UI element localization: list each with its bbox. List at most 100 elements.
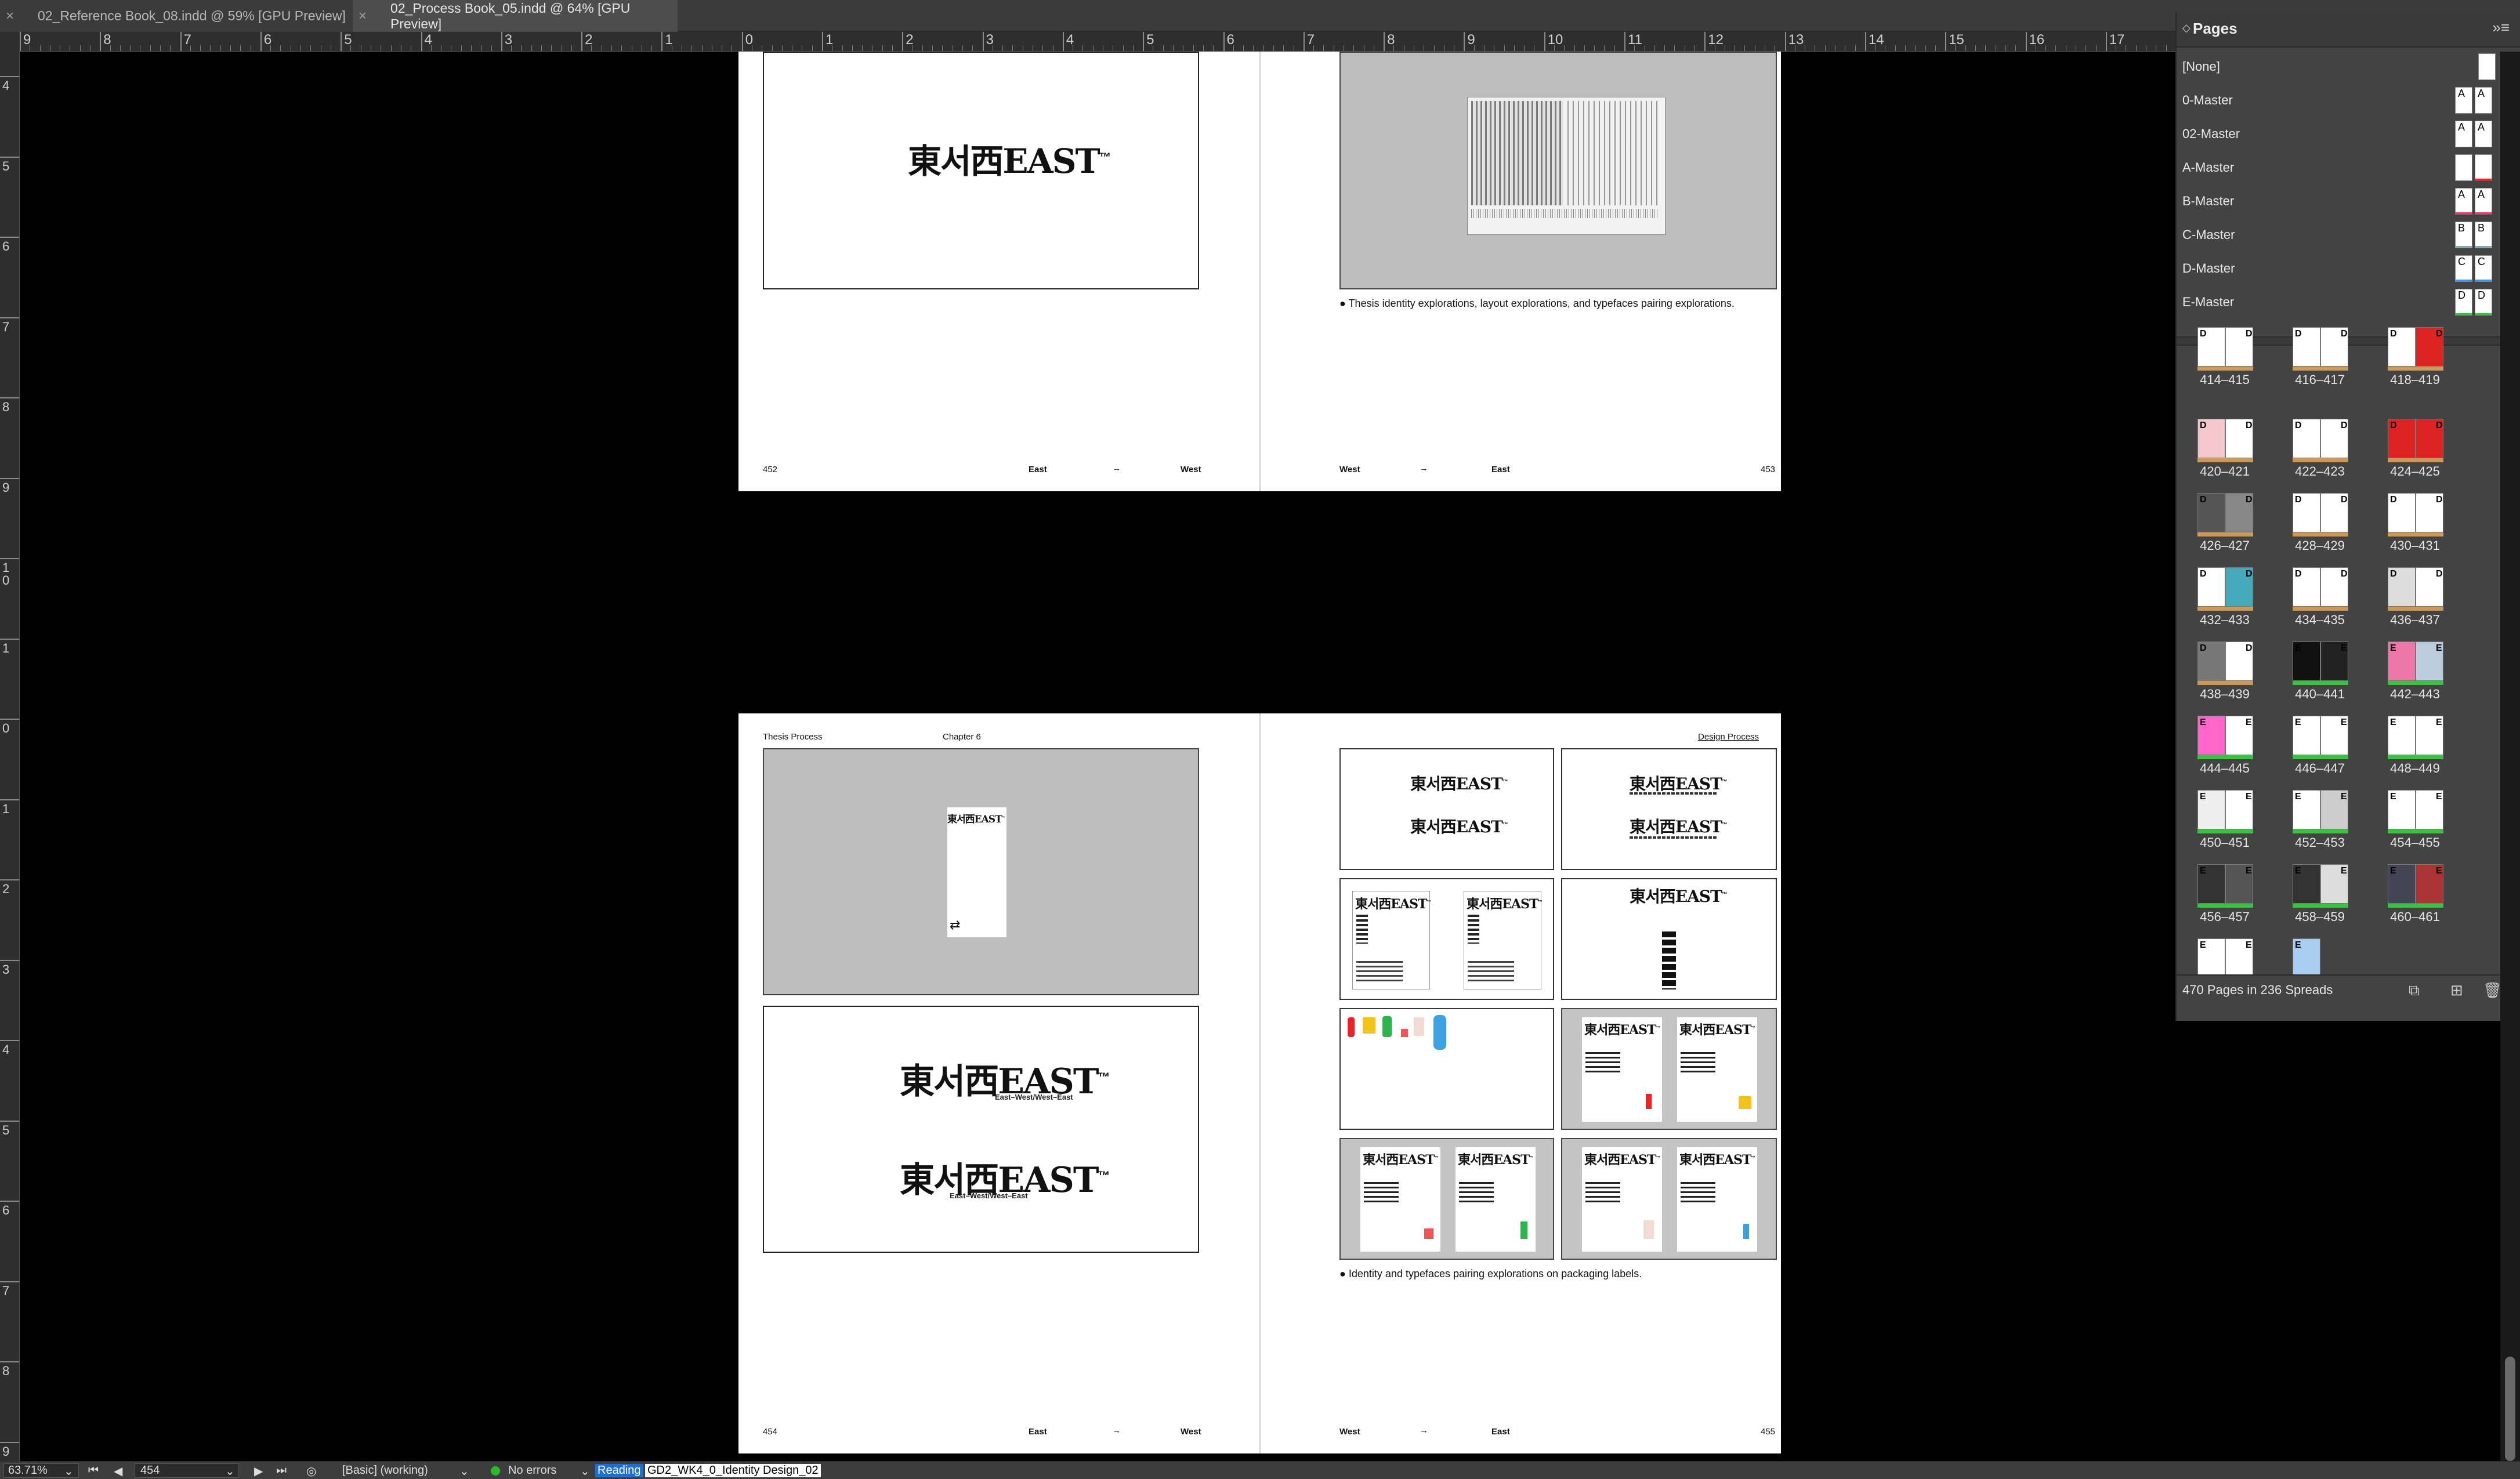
page-thumbnail[interactable]: E	[2293, 790, 2320, 829]
page-thumbnail[interactable]: D	[2225, 419, 2253, 458]
master-item[interactable]: B-Master A A	[2177, 184, 2520, 218]
vertical-ruler[interactable]: 4567891 010123456789	[0, 52, 20, 1461]
page-thumbnail[interactable]: D	[2293, 327, 2320, 367]
chevron-down-icon[interactable]: ⌄	[64, 1464, 74, 1478]
logo-variation[interactable]: 東서西EAST™ 東서西EAST™	[1561, 748, 1777, 870]
spread-thumbnail[interactable]: D D 420–421	[2193, 419, 2257, 491]
page-thumbnail[interactable]: E	[2197, 790, 2225, 829]
master-item[interactable]: A-Master	[2177, 151, 2520, 184]
document-vertical-scrollbar[interactable]	[2500, 52, 2520, 1461]
page-thumbnail[interactable]: D	[2197, 567, 2225, 607]
master-item[interactable]: C-Master B B	[2177, 218, 2520, 252]
spread-thumbnail[interactable]: D D 418–419	[2383, 327, 2447, 400]
page-thumbnail[interactable]: E	[2416, 864, 2443, 904]
page-thumbnail[interactable]: D	[2416, 419, 2443, 458]
master-item[interactable]: 02-Master A A	[2177, 117, 2520, 151]
panel-menu-icon[interactable]: »≡	[2492, 19, 2510, 37]
chevron-down-icon[interactable]: ⌄	[225, 1464, 235, 1478]
first-page-icon[interactable]: ⏮	[88, 1464, 99, 1477]
spread-thumbnail[interactable]: E E 448–449	[2383, 716, 2447, 788]
page-thumbnail[interactable]: D	[2225, 641, 2253, 681]
label-pair-gray[interactable]: 東서西EAST™ 東서西EAST™	[1339, 1138, 1554, 1260]
page-thumbnail[interactable]: D	[2197, 327, 2225, 367]
page-thumbnail[interactable]: E	[2293, 716, 2320, 755]
page-thumbnail[interactable]: E	[2320, 716, 2348, 755]
page-thumbnail[interactable]: E	[2388, 716, 2416, 755]
previous-page-icon[interactable]: ◀	[114, 1464, 122, 1478]
page-thumbnail[interactable]: D	[2225, 327, 2253, 367]
spread-thumbnail[interactable]: E E 454–455	[2383, 790, 2447, 862]
spread-thumbnail[interactable]: D D 430–431	[2383, 493, 2447, 566]
page-thumbnail[interactable]: E	[2225, 790, 2253, 829]
logo-frame[interactable]: 東서西EAST™	[763, 52, 1199, 289]
page-thumbnail[interactable]: E	[2293, 938, 2320, 978]
new-page-icon[interactable]: ⊞	[2450, 981, 2468, 999]
page-thumbnail[interactable]: D	[2416, 567, 2443, 607]
page-thumbnail[interactable]: E	[2225, 864, 2253, 904]
pasteboard[interactable]: 東서西EAST™ ● Thesis identity explorations,…	[20, 52, 2175, 1461]
spread-thumbnail[interactable]: E E 450–451	[2193, 790, 2257, 862]
spread-thumbnail[interactable]: D D 426–427	[2193, 493, 2257, 566]
page-thumbnail[interactable]: D	[2388, 327, 2416, 367]
page-thumbnail[interactable]: E	[2416, 790, 2443, 829]
preflight-icon[interactable]: ◎	[306, 1464, 316, 1478]
last-page-icon[interactable]: ⏭	[276, 1464, 287, 1477]
label-pair-gray[interactable]: 東서西EAST™ 東서西EAST™	[1561, 1008, 1777, 1130]
page-thumbnail[interactable]: E	[2197, 938, 2225, 978]
page-thumbnail[interactable]: D	[2197, 493, 2225, 532]
spread-thumbnail[interactable]: E E 446–447	[2288, 716, 2352, 788]
page-thumbnail[interactable]: D	[2197, 419, 2225, 458]
page-thumbnail[interactable]: E	[2293, 641, 2320, 681]
spread-thumbnail[interactable]: D D 414–415	[2193, 327, 2257, 400]
page-thumbnail[interactable]: D	[2388, 419, 2416, 458]
label-variation[interactable]: 東서西EAST™ 東서西EAST™	[1339, 878, 1554, 1000]
page-thumbnail[interactable]: E	[2320, 641, 2348, 681]
page-thumbnail[interactable]: E	[2320, 790, 2348, 829]
page-thumbnail[interactable]: D	[2197, 641, 2225, 681]
spread-thumbnail[interactable]: D D 432–433	[2193, 567, 2257, 640]
spread-thumbnail[interactable]: D D 428–429	[2288, 493, 2352, 566]
master-item[interactable]: [None]	[2177, 50, 2520, 84]
spread-thumbnail[interactable]: D D 434–435	[2288, 567, 2352, 640]
spread-thumbnail[interactable]: E E 460–461	[2383, 864, 2447, 937]
logo-frame[interactable]: 東서西EAST™ East–West/West–East 東서西EAST™ Ea…	[763, 1006, 1199, 1253]
page-thumbnail[interactable]: E	[2293, 864, 2320, 904]
spread-thumbnail[interactable]: E E 456–457	[2193, 864, 2257, 937]
label-variation[interactable]: 東서西EAST™	[1561, 878, 1777, 1000]
style-status[interactable]: [Basic] (working)	[342, 1464, 428, 1477]
page-thumbnail[interactable]: E	[2320, 864, 2348, 904]
spread-thumbnail[interactable]: E E 442–443	[2383, 641, 2447, 714]
image-frame[interactable]: 東서西EAST™ ⇄	[763, 748, 1199, 995]
page-thumbnail[interactable]: D	[2320, 567, 2348, 607]
page-thumbnail[interactable]: E	[2388, 641, 2416, 681]
next-page-icon[interactable]: ▶	[254, 1464, 263, 1478]
spread-thumbnail[interactable]: E E 440–441	[2288, 641, 2352, 714]
edit-page-size-icon[interactable]: ⧉	[2409, 981, 2426, 999]
spread-thumbnail[interactable]: D D 416–417	[2288, 327, 2352, 400]
page-thumbnail[interactable]: D	[2293, 493, 2320, 532]
page-thumbnail[interactable]: D	[2416, 327, 2443, 367]
bottles-variation[interactable]	[1339, 1008, 1554, 1130]
spread-thumbnail[interactable]: D D 424–425	[2383, 419, 2447, 491]
page-thumbnail[interactable]: D	[2320, 493, 2348, 532]
spread-thumbnail[interactable]: D D 438–439	[2193, 641, 2257, 714]
horizontal-ruler[interactable]: 9 8 7 6 5 4 3 2 1 0 1 2 3 4 5 6 7 8 9 10 11 12 13 14 15 16 17	[20, 32, 2175, 52]
spread-thumbnail[interactable]: D D 436–437	[2383, 567, 2447, 640]
page-thumbnail[interactable]: D	[2320, 327, 2348, 367]
delete-page-icon[interactable]: 🗑	[2483, 981, 2502, 999]
spread-thumbnail[interactable]: D D 422–423	[2288, 419, 2352, 491]
page-thumbnail[interactable]: E	[2388, 790, 2416, 829]
page-thumbnail[interactable]: D	[2388, 493, 2416, 532]
spread-thumbnail[interactable]: E E 458–459	[2288, 864, 2352, 937]
spread-454-455[interactable]: Thesis Process Chapter 6 Design Process …	[738, 713, 1781, 1453]
master-item[interactable]: E-Master D D	[2177, 285, 2520, 319]
chevron-down-icon[interactable]: ⌄	[580, 1464, 590, 1478]
page-thumbnail[interactable]: E	[2197, 864, 2225, 904]
spread-thumbnail[interactable]: E E 444–445	[2193, 716, 2257, 788]
page-thumbnail[interactable]: E	[2388, 864, 2416, 904]
page-thumbnail[interactable]: E	[2197, 716, 2225, 755]
page-thumbnail[interactable]: D	[2320, 419, 2348, 458]
page-thumbnail[interactable]: D	[2388, 567, 2416, 607]
master-item[interactable]: 0-Master A A	[2177, 84, 2520, 117]
errors-status[interactable]: No errors	[508, 1464, 556, 1477]
